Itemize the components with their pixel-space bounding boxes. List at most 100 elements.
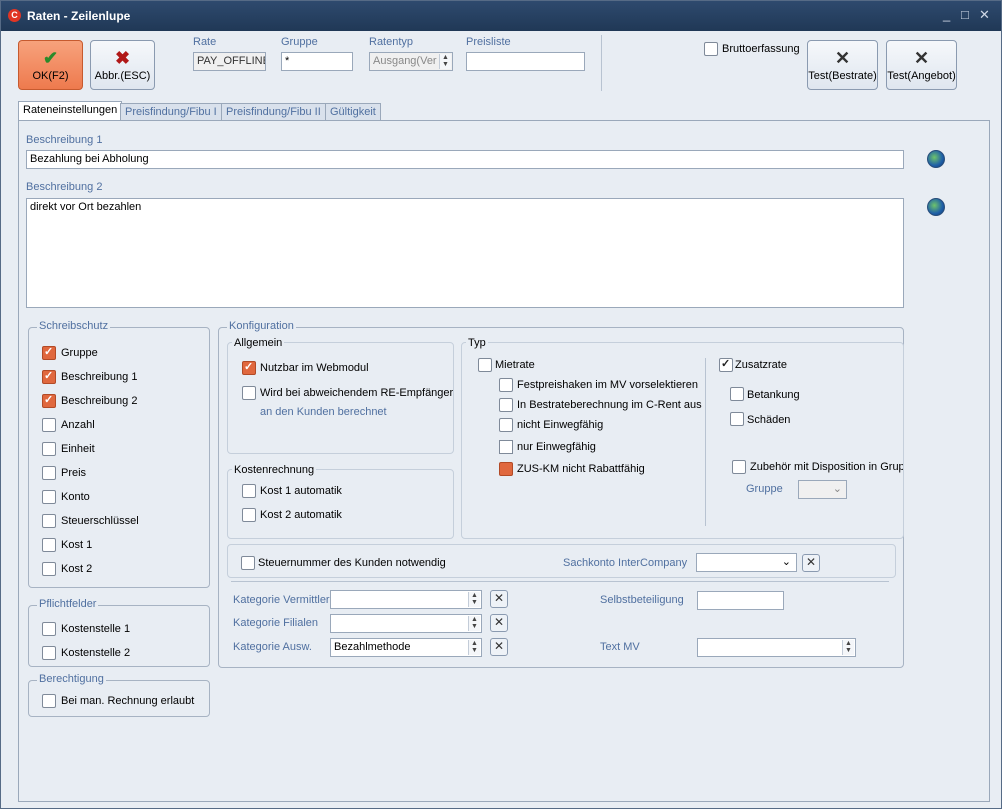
- spin-icon[interactable]: ▲ ▼: [468, 592, 480, 607]
- webmodul-checkbox[interactable]: [242, 360, 256, 375]
- schreibschutz-title: Schreibschutz: [37, 320, 111, 332]
- test-angebot-button[interactable]: ✕ Test(Angebot): [886, 40, 957, 90]
- sachkonto-clear-button[interactable]: ✕: [802, 554, 820, 572]
- window-title: Raten - Zeilenlupe: [27, 9, 131, 23]
- kat-vermittler-select[interactable]: ▲ ▼: [330, 590, 482, 609]
- konto-checkbox[interactable]: [42, 490, 56, 504]
- zus-km-checkbox[interactable]: [499, 462, 513, 476]
- brutto-checkbox[interactable]: [704, 42, 718, 56]
- kost2-checkbox[interactable]: [42, 562, 56, 576]
- berechtigung-title: Berechtigung: [37, 673, 106, 685]
- gruppe-label: Gruppe: [281, 36, 318, 48]
- tab-rateneinstellungen[interactable]: Rateneinstellungen: [18, 101, 123, 121]
- spin-icon[interactable]: ▲ ▼: [468, 640, 480, 655]
- re-empfaenger-label-2: an den Kunden berechnet: [260, 406, 387, 418]
- typ-divider: [705, 358, 706, 526]
- man-rechnung-checkbox[interactable]: [42, 694, 56, 708]
- tab-preisfindung-fibu-1[interactable]: Preisfindung/Fibu I: [120, 103, 222, 121]
- nur-einweg-checkbox[interactable]: [499, 440, 513, 454]
- kost1-automatik-checkbox[interactable]: [242, 484, 256, 498]
- globe-icon[interactable]: [927, 198, 945, 216]
- kat-ausw-select[interactable]: Bezahlmethode ▲ ▼: [330, 638, 482, 657]
- zubehoer-gruppe-select[interactable]: ⌄: [798, 480, 847, 499]
- kat-filialen-select[interactable]: ▲ ▼: [330, 614, 482, 633]
- restore-button[interactable]: □: [961, 7, 969, 22]
- kost2-automatik-checkbox[interactable]: [242, 508, 256, 522]
- ratentyp-select[interactable]: Ausgang(Ver ▲ ▼: [369, 52, 453, 71]
- ok-button[interactable]: ✔ OK(F2): [18, 40, 83, 90]
- kost1-checkbox-label: Kost 1: [61, 539, 93, 551]
- brutto-label: Bruttoerfassung: [722, 43, 800, 55]
- spin-icon[interactable]: ▲ ▼: [439, 54, 451, 69]
- bestrate-checkbox[interactable]: [499, 398, 513, 412]
- festpreis-label: Festpreishaken im MV vorselektieren: [517, 379, 698, 391]
- close-button[interactable]: ✕: [979, 7, 990, 23]
- tab-preisfindung-fibu-2[interactable]: Preisfindung/Fibu II: [221, 103, 326, 121]
- re-empfaenger-label: Wird bei abweichendem RE-Empfänger: [260, 387, 454, 399]
- kat-vermittler-clear-button[interactable]: ✕: [490, 590, 508, 608]
- zusatzrate-checkbox[interactable]: [719, 357, 733, 372]
- einheit-checkbox-label: Einheit: [61, 443, 95, 455]
- kat-ausw-clear-button[interactable]: ✕: [490, 638, 508, 656]
- preis-checkbox[interactable]: [42, 466, 56, 480]
- check-icon: ✔: [42, 48, 59, 68]
- schaeden-label: Schäden: [747, 414, 791, 426]
- spin-icon[interactable]: ▲ ▼: [468, 616, 480, 631]
- kost1-automatik-label: Kost 1 automatik: [260, 485, 342, 497]
- zus-km-label: ZUS-KM nicht Rabattfähig: [517, 463, 645, 475]
- test-angebot-label: Test(Angebot): [887, 70, 956, 82]
- man-rechnung-label: Bei man. Rechnung erlaubt: [61, 695, 195, 707]
- zubehoer-checkbox[interactable]: [732, 460, 746, 474]
- globe-icon[interactable]: [927, 150, 945, 168]
- festpreis-checkbox[interactable]: [499, 378, 513, 392]
- mietrate-checkbox[interactable]: [478, 358, 492, 372]
- steuerschluessel-checkbox[interactable]: [42, 514, 56, 528]
- kost2-checkbox-label: Kost 2: [61, 563, 93, 575]
- nur-einweg-label: nur Einwegfähig: [517, 441, 596, 453]
- anzahl-checkbox[interactable]: [42, 418, 56, 432]
- konfig-divider: [231, 581, 889, 582]
- kostenstelle1-label: Kostenstelle 1: [61, 623, 131, 635]
- rate-input[interactable]: PAY_OFFLINE: [193, 52, 266, 71]
- test-bestrate-button[interactable]: ✕ Test(Bestrate): [807, 40, 878, 90]
- gruppe-checkbox-label: Gruppe: [61, 347, 98, 359]
- cancel-button[interactable]: ✖ Abbr.(ESC): [90, 40, 155, 90]
- steuernummer-checkbox[interactable]: [241, 556, 255, 570]
- gruppe-checkbox[interactable]: [42, 345, 56, 360]
- x-icon: ✖: [114, 48, 131, 68]
- selbstbeteiligung-input[interactable]: [697, 591, 784, 610]
- schaeden-checkbox[interactable]: [730, 412, 744, 426]
- konfiguration-title: Konfiguration: [227, 320, 296, 332]
- sachkonto-select[interactable]: ⌄: [696, 553, 797, 572]
- beschreibung2-checkbox[interactable]: [42, 393, 56, 408]
- gruppe-input[interactable]: *: [281, 52, 353, 71]
- kostenstelle2-checkbox[interactable]: [42, 646, 56, 660]
- kostenstelle1-checkbox[interactable]: [42, 622, 56, 636]
- zubehoer-label: Zubehör mit Disposition in Gruppe: [750, 461, 903, 473]
- text-mv-select[interactable]: ▲ ▼: [697, 638, 856, 657]
- betankung-checkbox[interactable]: [730, 387, 744, 401]
- ratentyp-value: Ausgang(Ver: [373, 55, 437, 67]
- beschreibung1-label: Beschreibung 1: [26, 134, 103, 146]
- beschreibung2-textarea[interactable]: direkt vor Ort bezahlen: [26, 198, 904, 308]
- kat-filialen-clear-button[interactable]: ✕: [490, 614, 508, 632]
- re-empfaenger-checkbox[interactable]: [242, 386, 256, 400]
- steuernummer-label: Steuernummer des Kunden notwendig: [258, 557, 446, 569]
- sachkonto-label: Sachkonto InterCompany: [563, 557, 688, 569]
- tab-gueltigkeit[interactable]: Gültigkeit: [325, 103, 381, 121]
- beschreibung1-input[interactable]: Bezahlung bei Abholung: [26, 150, 904, 169]
- kost1-checkbox[interactable]: [42, 538, 56, 552]
- pflichtfelder-title: Pflichtfelder: [37, 598, 99, 610]
- beschreibung1-checkbox[interactable]: [42, 369, 56, 384]
- einheit-checkbox[interactable]: [42, 442, 56, 456]
- zubehoer-gruppe-label: Gruppe: [746, 483, 783, 495]
- kost2-automatik-label: Kost 2 automatik: [260, 509, 342, 521]
- kat-filialen-label: Kategorie Filialen: [233, 617, 318, 629]
- title-bar: C Raten - Zeilenlupe _ □ ✕: [1, 1, 1001, 31]
- mietrate-label: Mietrate: [495, 359, 535, 371]
- nicht-einweg-checkbox[interactable]: [499, 418, 513, 432]
- preisliste-input[interactable]: [466, 52, 585, 71]
- kostenstelle2-label: Kostenstelle 2: [61, 647, 131, 659]
- minimize-button[interactable]: _: [943, 7, 950, 22]
- spin-icon[interactable]: ▲ ▼: [842, 640, 854, 655]
